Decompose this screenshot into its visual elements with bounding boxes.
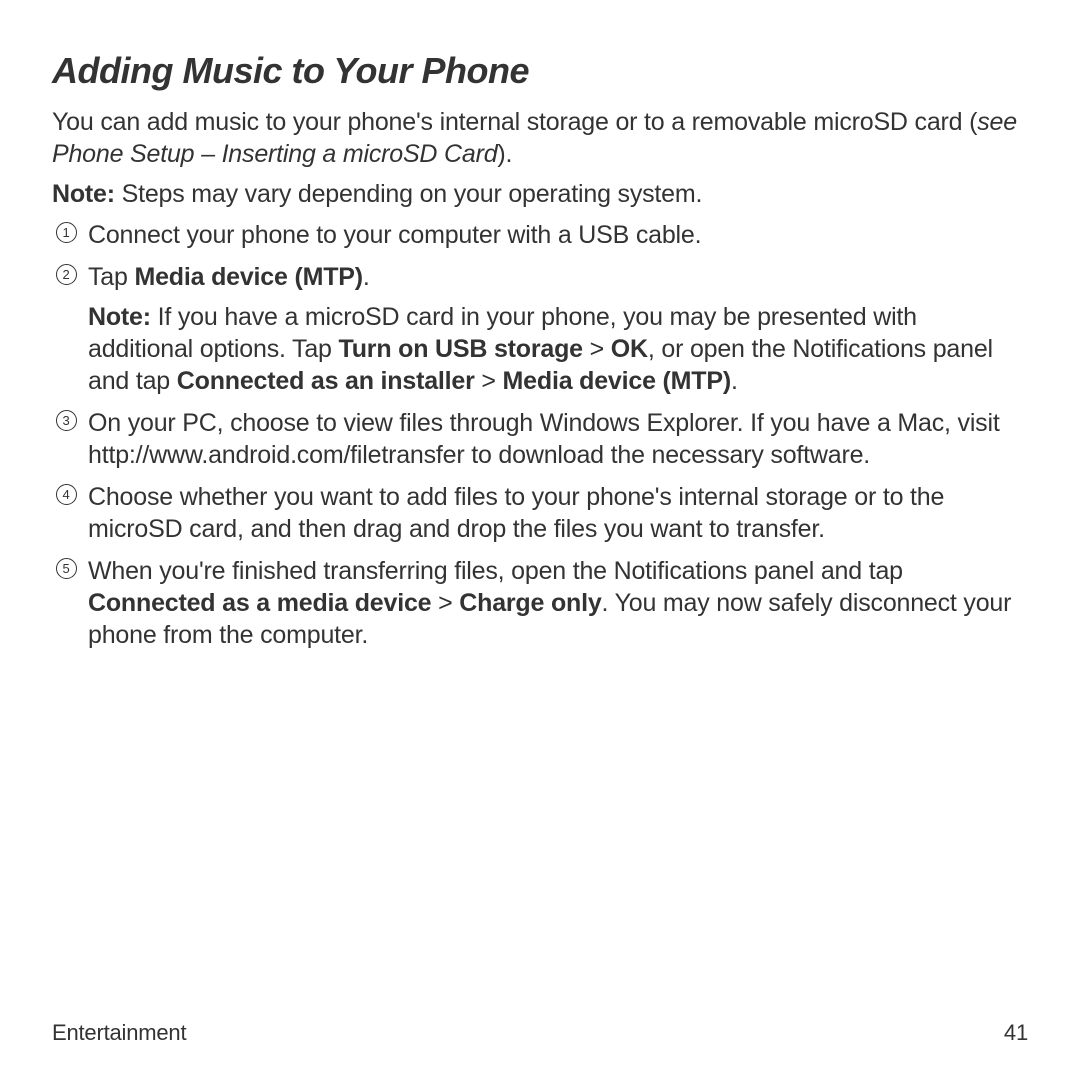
- circled-number: 3: [56, 410, 77, 431]
- section-heading: Adding Music to Your Phone: [52, 50, 1028, 92]
- ui-term: OK: [611, 335, 648, 363]
- ui-term: Media device (MTP): [134, 263, 362, 291]
- circled-number: 4: [56, 484, 77, 505]
- step-2: 2 Tap Media device (MTP). Note: If you h…: [52, 261, 1028, 397]
- step-subnote: Note: If you have a microSD card in your…: [88, 301, 1028, 397]
- step-lead: Tap: [88, 263, 134, 291]
- step-text: Tap Media device (MTP). Note: If you hav…: [88, 261, 1028, 397]
- step-marker-icon: 3: [52, 410, 80, 431]
- circled-number: 2: [56, 264, 77, 285]
- intro-text-after: ).: [497, 140, 512, 168]
- step-5: 5 When you're finished transferring file…: [52, 555, 1028, 651]
- ui-term: Charge only: [459, 589, 601, 617]
- footer-section: Entertainment: [52, 1020, 186, 1046]
- step-lead: When you're finished transferring files,…: [88, 557, 903, 585]
- footer-page-number: 41: [1004, 1020, 1028, 1046]
- note-text: Steps may vary depending on your operati…: [115, 180, 702, 208]
- page-footer: Entertainment 41: [52, 1020, 1028, 1046]
- step-text: Choose whether you want to add files to …: [88, 481, 1028, 545]
- step-text: Connect your phone to your computer with…: [88, 219, 1028, 251]
- separator-gt: >: [431, 589, 459, 617]
- step-marker-icon: 2: [52, 264, 80, 285]
- ui-term: Connected as a media device: [88, 589, 431, 617]
- step-4: 4 Choose whether you want to add files t…: [52, 481, 1028, 545]
- step-3: 3 On your PC, choose to view files throu…: [52, 407, 1028, 471]
- note-label: Note:: [52, 180, 115, 208]
- step-marker-icon: 1: [52, 222, 80, 243]
- step-text: On your PC, choose to view files through…: [88, 407, 1028, 471]
- note-label: Note:: [88, 303, 151, 331]
- intro-text-before: You can add music to your phone's intern…: [52, 108, 977, 136]
- intro-paragraph: You can add music to your phone's intern…: [52, 106, 1028, 170]
- subnote-text: .: [731, 367, 738, 395]
- circled-number: 5: [56, 558, 77, 579]
- separator-gt: >: [583, 335, 611, 363]
- ui-term: Connected as an installer: [177, 367, 475, 395]
- steps-list: 1 Connect your phone to your computer wi…: [52, 219, 1028, 651]
- ui-term: Media device (MTP): [503, 367, 731, 395]
- step-marker-icon: 4: [52, 484, 80, 505]
- note-line: Note: Steps may vary depending on your o…: [52, 180, 1028, 209]
- step-1: 1 Connect your phone to your computer wi…: [52, 219, 1028, 251]
- separator-gt: >: [475, 367, 503, 395]
- step-tail: .: [363, 263, 370, 291]
- step-marker-icon: 5: [52, 558, 80, 579]
- ui-term: Turn on USB storage: [339, 335, 583, 363]
- circled-number: 1: [56, 222, 77, 243]
- step-text: When you're finished transferring files,…: [88, 555, 1028, 651]
